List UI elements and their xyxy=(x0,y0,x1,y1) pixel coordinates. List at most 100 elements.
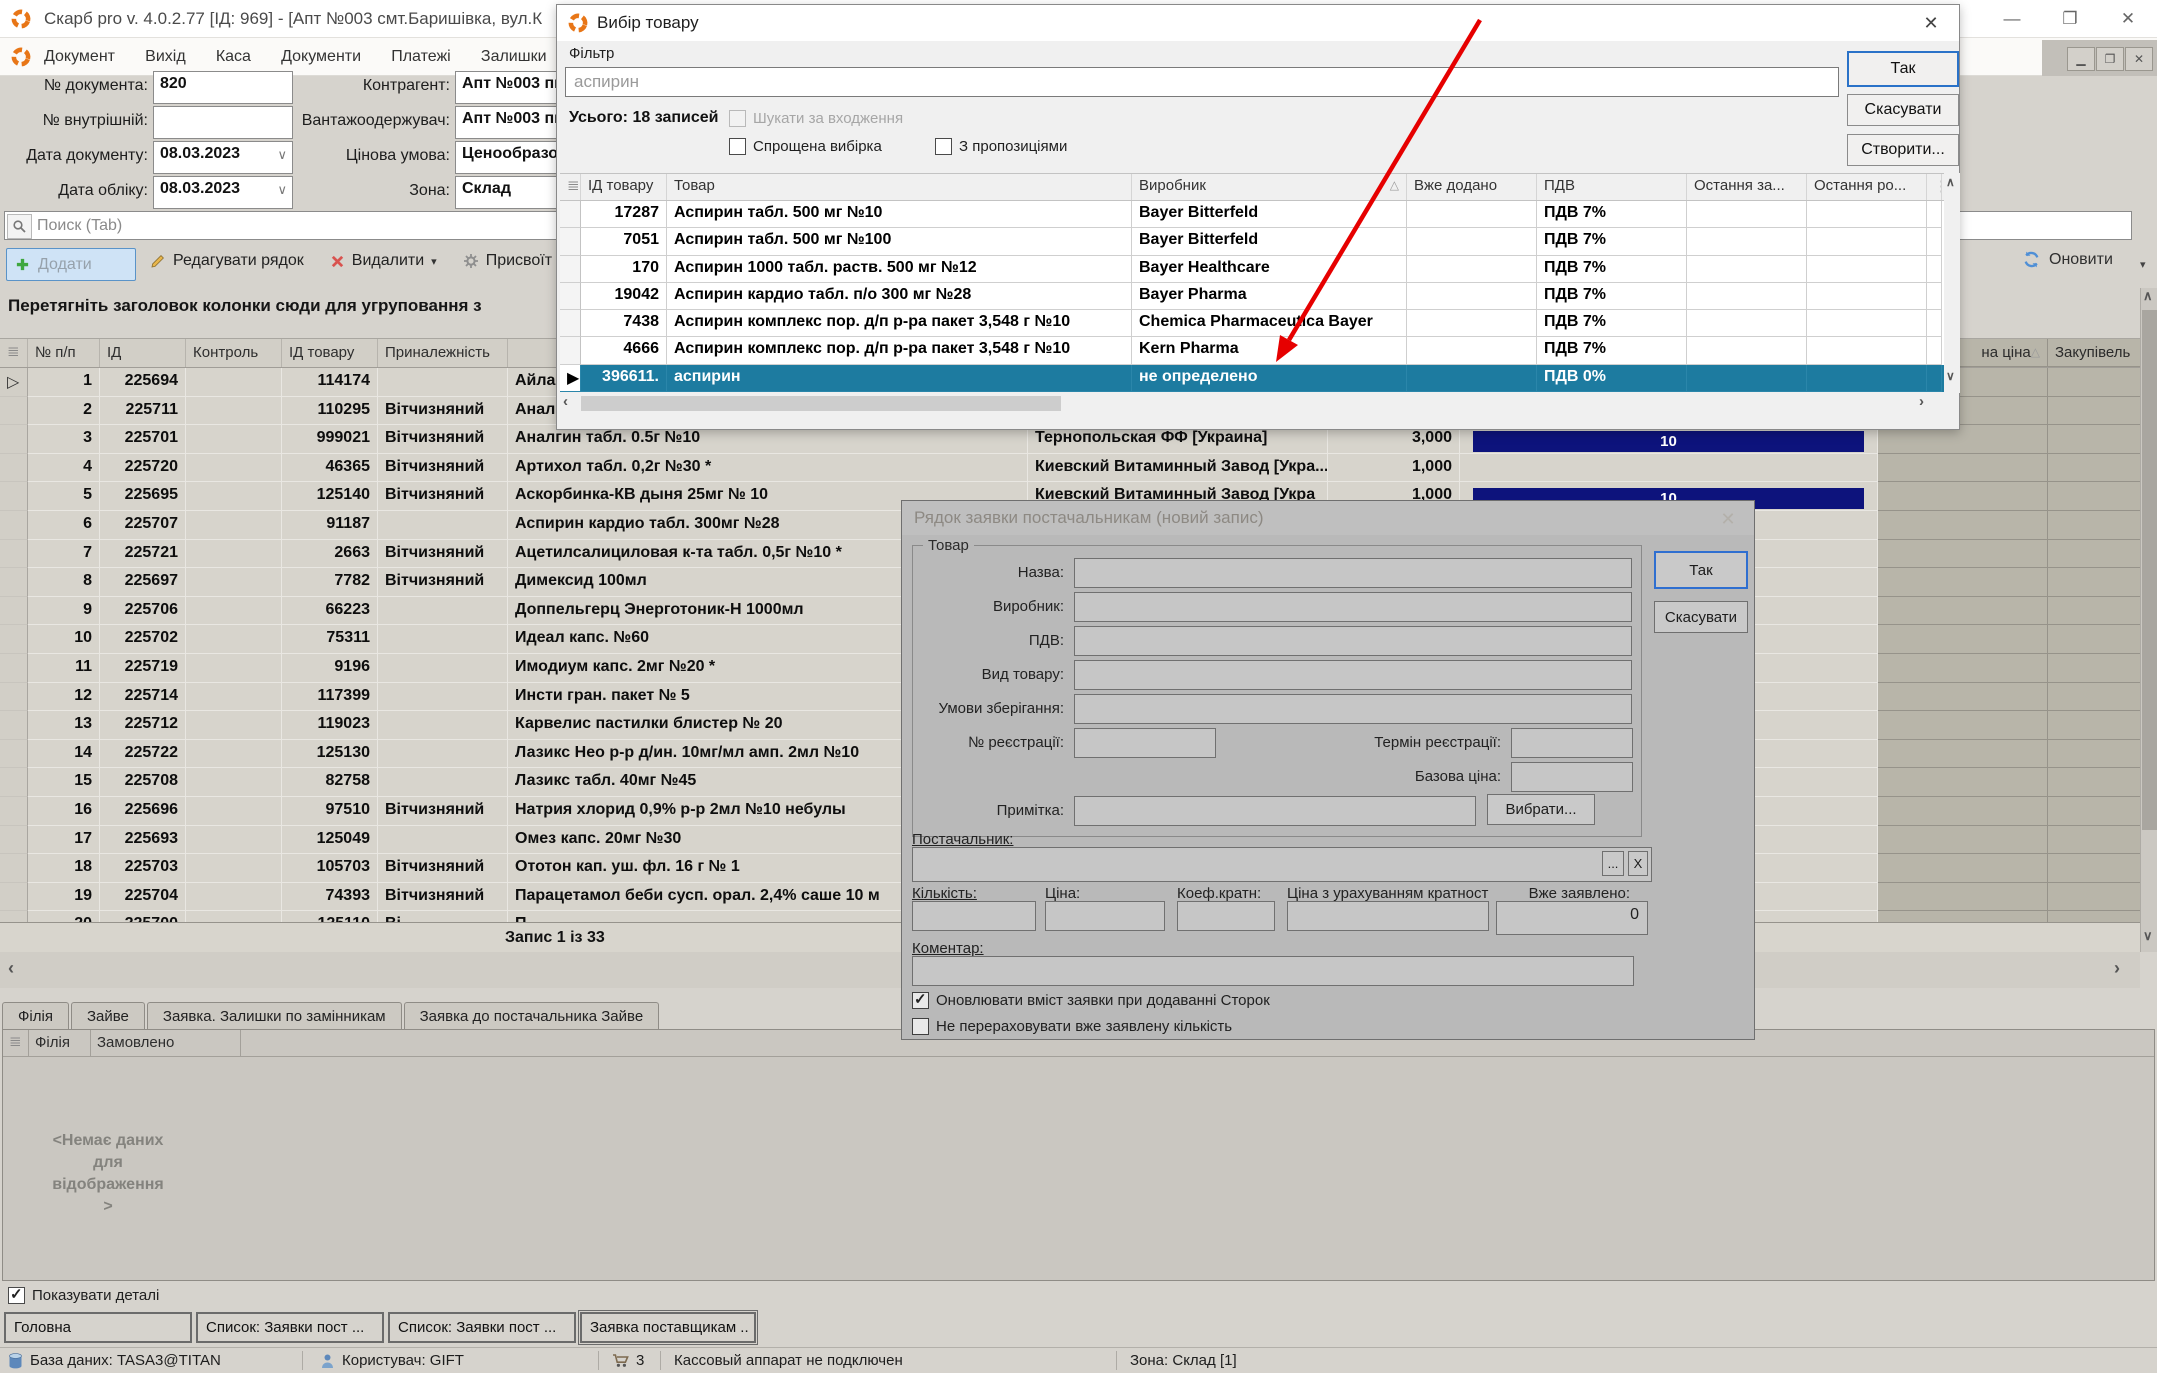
show-details-checkbox[interactable]: Показувати деталі xyxy=(8,1287,159,1304)
menu-item[interactable]: Документ xyxy=(44,38,115,76)
simple-select-checkbox[interactable]: Спрощена вибірка xyxy=(729,138,882,155)
qty-field[interactable] xyxy=(912,901,1036,931)
scroll-left-icon[interactable]: ‹ xyxy=(8,958,14,979)
supplier-clear-button[interactable]: X xyxy=(1628,851,1648,876)
checkbox-icon xyxy=(912,992,929,1009)
wintab-supplier-request[interactable]: Заявка поставщикам .. xyxy=(580,1312,756,1343)
grid-header[interactable]: ІД xyxy=(100,339,186,367)
ok-button[interactable]: Так xyxy=(1847,51,1959,87)
wintab-main[interactable]: Головна xyxy=(4,1312,192,1343)
col-name[interactable]: Товар xyxy=(667,174,1132,200)
supplier-field[interactable] xyxy=(912,847,1652,882)
ordered-column-header[interactable]: Замовлено xyxy=(91,1030,241,1056)
grid-header[interactable]: ІД товару xyxy=(282,339,378,367)
vat-field[interactable] xyxy=(1074,626,1632,656)
product-row[interactable]: 7051 Аспирин табл. 500 мг №100 Bayer Bit… xyxy=(560,228,1944,255)
bottom-tab[interactable]: Заявка до постачальника Зайве xyxy=(404,1002,660,1030)
note-field[interactable] xyxy=(1074,796,1476,826)
dialog-title-bar[interactable]: Вибір товару ✕ xyxy=(557,5,1959,41)
add-button[interactable]: Додати xyxy=(6,248,136,281)
col-last-1[interactable]: Остання за... xyxy=(1687,174,1807,200)
wintab-list-1[interactable]: Список: Заявки пост ... xyxy=(196,1312,384,1343)
col-manufacturer[interactable]: △Виробник xyxy=(1132,174,1407,200)
bottom-tab[interactable]: Заявка. Залишки по замінникам xyxy=(147,1002,402,1030)
base-price-field[interactable] xyxy=(1511,762,1633,792)
scroll-left-icon[interactable]: ‹ xyxy=(563,393,568,410)
scrollbar-thumb[interactable] xyxy=(581,396,1061,411)
comment-field[interactable] xyxy=(912,956,1634,986)
bottom-tab[interactable]: Філія xyxy=(2,1002,69,1030)
create-button[interactable]: Створити... xyxy=(1847,134,1959,166)
dialog-horizontal-scrollbar[interactable]: ‹ › xyxy=(561,395,1941,413)
mdi-minimize-icon[interactable]: ▁ xyxy=(2067,47,2095,71)
cancel-button[interactable]: Скасувати xyxy=(1847,94,1959,126)
table-row[interactable]: 4 225720 46365 Вітчизняний Артихол табл.… xyxy=(0,454,2157,483)
menu-item[interactable]: Документи xyxy=(281,38,361,76)
column-chooser-icon[interactable]: ≣ xyxy=(560,174,581,200)
product-row[interactable]: 19042 Аспирин кардио табл. п/о 300 мг №2… xyxy=(560,283,1944,310)
kind-field[interactable] xyxy=(1074,660,1632,690)
delete-button[interactable]: Видалити ▾ xyxy=(330,252,437,270)
price-mult-label: Ціна з урахуванням кратност xyxy=(1287,885,1493,902)
col-vat[interactable]: ПДВ xyxy=(1537,174,1687,200)
reg-term-field[interactable] xyxy=(1511,728,1633,758)
col-added[interactable]: Вже додано xyxy=(1407,174,1537,200)
branch-column-header[interactable]: Філія xyxy=(29,1030,91,1056)
filter-input[interactable] xyxy=(565,67,1839,97)
mdi-restore-icon[interactable]: ❐ xyxy=(2096,47,2124,71)
column-chooser-icon[interactable]: ≣ xyxy=(0,339,28,367)
refresh-button[interactable]: Оновити xyxy=(2022,250,2113,269)
column-chooser-icon[interactable]: ≣ xyxy=(3,1030,29,1056)
grid-header[interactable]: Приналежність xyxy=(378,339,508,367)
app-logo-icon xyxy=(10,8,32,30)
product-row[interactable]: 7438 Аспирин комплекс пор. д/п р-ра паке… xyxy=(560,310,1944,337)
ok-button[interactable]: Так xyxy=(1654,551,1748,589)
product-row[interactable]: ▶ 396611. аспирин не определено ПДВ 0% xyxy=(560,365,1944,392)
col-id[interactable]: ІД товару xyxy=(581,174,667,200)
product-row[interactable]: 17287 Аспирин табл. 500 мг №10 Bayer Bit… xyxy=(560,201,1944,228)
scroll-up-icon[interactable]: ∧ xyxy=(2143,288,2153,304)
scroll-right-icon[interactable]: › xyxy=(1919,393,1924,410)
dialog-vertical-scrollbar[interactable]: ∧ ∨ xyxy=(1944,173,1960,393)
scrollbar-thumb[interactable] xyxy=(2142,310,2157,830)
close-icon[interactable]: ✕ xyxy=(2099,0,2157,38)
coef-field[interactable] xyxy=(1177,901,1275,931)
restore-icon[interactable]: ❐ xyxy=(2041,0,2099,38)
claimed-field[interactable]: 0 xyxy=(1496,901,1648,935)
price-field[interactable] xyxy=(1045,901,1165,931)
scroll-down-icon[interactable]: ∨ xyxy=(1946,369,1955,383)
reg-number-field[interactable] xyxy=(1074,728,1216,758)
close-icon[interactable]: ✕ xyxy=(1911,9,1951,37)
refresh-dropdown-icon[interactable]: ▾ xyxy=(2140,258,2146,271)
assign-button[interactable]: Присвоїт xyxy=(463,252,552,270)
dialog-title-bar[interactable]: Рядок заявки постачальникам (новий запис… xyxy=(902,501,1754,535)
product-row[interactable]: 170 Аспирин 1000 табл. раств. 500 мг №12… xyxy=(560,256,1944,283)
update-request-checkbox[interactable]: Оновлювати вміст заявки при додаванні Ст… xyxy=(912,992,1270,1009)
cancel-button[interactable]: Скасувати xyxy=(1654,601,1748,633)
minimize-icon[interactable]: — xyxy=(1983,0,2041,38)
price-mult-field[interactable] xyxy=(1287,901,1489,931)
no-recalc-checkbox[interactable]: Не перераховувати вже заявлену кількість xyxy=(912,1018,1232,1035)
storage-field[interactable] xyxy=(1074,694,1632,724)
supplier-browse-button[interactable]: ... xyxy=(1602,851,1624,876)
wintab-list-2[interactable]: Список: Заявки пост ... xyxy=(388,1312,576,1343)
close-icon[interactable]: ✕ xyxy=(1708,505,1748,533)
col-last-2[interactable]: Остання ро... xyxy=(1807,174,1927,200)
with-proposals-checkbox[interactable]: З пропозиціями xyxy=(935,138,1067,155)
grid-header[interactable]: № п/п xyxy=(28,339,100,367)
scroll-right-icon[interactable]: › xyxy=(2114,958,2120,979)
menu-item[interactable]: Платежі xyxy=(391,38,451,76)
grid-header[interactable]: Контроль xyxy=(186,339,282,367)
choose-button[interactable]: Вибрати... xyxy=(1487,794,1595,825)
name-field[interactable] xyxy=(1074,558,1632,588)
manufacturer-field[interactable] xyxy=(1074,592,1632,622)
contragent-label: Контрагент: xyxy=(250,77,450,95)
scroll-up-icon[interactable]: ∧ xyxy=(1946,175,1955,189)
bottom-tab[interactable]: Зайве xyxy=(71,1002,145,1030)
scroll-down-icon[interactable]: ∨ xyxy=(2143,928,2153,944)
mdi-close-icon[interactable]: ✕ xyxy=(2125,47,2153,71)
grid-vertical-scrollbar[interactable]: ∧ ∨ xyxy=(2140,288,2157,952)
product-row[interactable]: 4666 Аспирин комплекс пор. д/п р-ра паке… xyxy=(560,337,1944,364)
more-columns-icon[interactable]: ⋮ xyxy=(1927,174,1942,200)
edit-row-button[interactable]: Редагувати рядок xyxy=(150,252,304,270)
